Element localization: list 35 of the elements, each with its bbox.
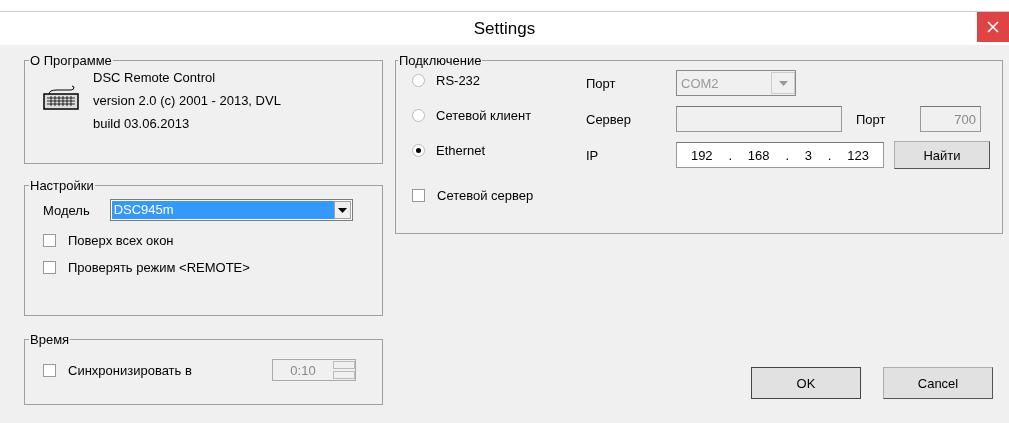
radio-label: Сетевой клиент — [436, 107, 532, 123]
ip-label: IP — [586, 147, 600, 163]
dropdown-arrow-icon — [337, 207, 347, 213]
close-button[interactable] — [977, 12, 1009, 42]
checkbox-label: Проверять режим <REMOTE> — [68, 260, 250, 275]
radio-button[interactable] — [412, 73, 425, 87]
about-text: version 2.0 (c) 2001 - 2013, DVL — [93, 93, 281, 109]
port-label: Порт — [855, 111, 887, 127]
checkbox-label: Поверх всех окон — [68, 233, 174, 248]
checkbox-label: Синхронизировать в — [68, 362, 192, 378]
ip-address-field[interactable]: 192 . 168 . 3 . 123 — [676, 142, 884, 168]
checkbox[interactable] — [412, 189, 425, 202]
radio-label: RS-232 — [436, 72, 481, 88]
dropdown-arrow-icon — [778, 80, 788, 86]
group-title: Время — [29, 332, 71, 347]
ok-button[interactable]: OK — [751, 367, 861, 399]
find-button[interactable]: Найти — [894, 141, 990, 169]
cancel-button[interactable]: Cancel — [883, 367, 993, 399]
radio-button[interactable] — [412, 143, 425, 157]
group-title: Подключение — [398, 53, 483, 68]
checkbox[interactable] — [43, 234, 56, 247]
about-text: DSC Remote Control — [93, 70, 217, 86]
radio-label: Ethernet — [436, 142, 486, 158]
close-icon — [987, 21, 999, 33]
radio-button[interactable] — [412, 108, 425, 122]
server-label: Сервер — [586, 111, 633, 127]
checkbox[interactable] — [43, 261, 56, 274]
port-label: Порт — [586, 75, 617, 91]
window-title: Settings — [473, 18, 536, 39]
group-title: О Программе — [29, 53, 113, 68]
keyboard-icon — [43, 84, 79, 110]
about-text: build 03.06.2013 — [93, 116, 191, 132]
group-title: Настройки — [29, 178, 95, 193]
model-label: Модель — [43, 202, 90, 218]
checkbox-label: Сетевой сервер — [437, 188, 534, 203]
